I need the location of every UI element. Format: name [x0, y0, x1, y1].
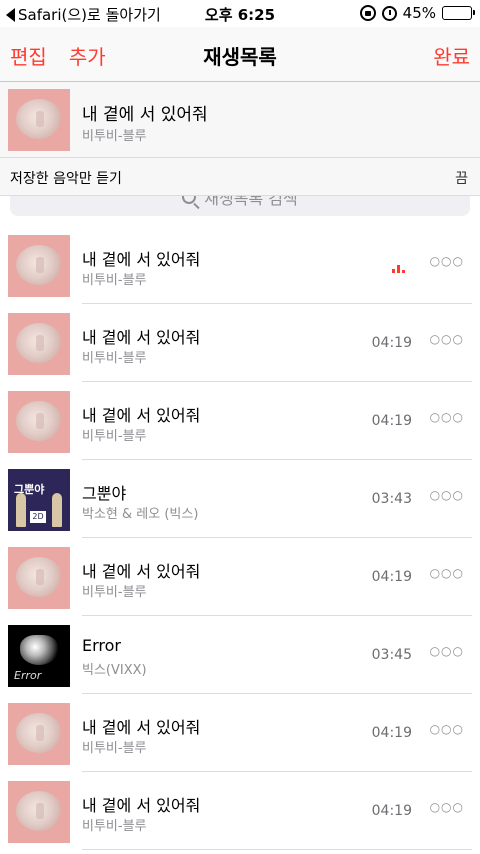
- track-row[interactable]: 내 곁에 서 있어줘비투비-블루 ○○○: [0, 226, 480, 304]
- battery-percent: 45%: [402, 4, 436, 22]
- search-area: 재생목록 검색: [0, 196, 480, 226]
- track-row[interactable]: 내 곁에 서 있어줘비투비-블루 04:19 ○○○: [0, 538, 480, 616]
- status-indicators: 45%: [359, 4, 475, 22]
- track-title: 그뿐야: [82, 484, 127, 503]
- track-artist: 박소현 & 레오 (빅스): [82, 507, 199, 522]
- more-options-icon[interactable]: ○○○: [430, 410, 464, 424]
- track-title: 내 곁에 서 있어줘: [82, 718, 201, 737]
- track-artist: 비투비-블루: [82, 273, 147, 288]
- search-placeholder: 재생목록 검색: [204, 196, 298, 208]
- track-row[interactable]: 내 곁에 서 있어줘비투비-블루 04:19 ○○○: [0, 772, 480, 850]
- more-options-icon[interactable]: ○○○: [430, 488, 464, 502]
- album-art: Error: [8, 625, 70, 687]
- track-duration: 04:19: [371, 335, 412, 351]
- track-title: 내 곁에 서 있어줘: [82, 328, 201, 347]
- track-title: 내 곁에 서 있어줘: [82, 796, 201, 815]
- track-artist: 비투비-블루: [82, 429, 147, 444]
- album-art: [8, 547, 70, 609]
- more-options-icon[interactable]: ○○○: [430, 644, 464, 658]
- track-row[interactable]: 내 곁에 서 있어줘비투비-블루 04:19 ○○○: [0, 382, 480, 460]
- track-row[interactable]: 그뿐야 2D 그뿐야박소현 & 레오 (빅스) 03:43 ○○○: [0, 460, 480, 538]
- heart-image: [20, 635, 58, 665]
- page-title: 재생목록: [203, 45, 277, 69]
- rotation-lock-icon: [359, 5, 376, 21]
- status-bar: Safari(으)로 돌아가기 오후 6:25 45%: [0, 0, 480, 27]
- now-playing-artist: 비투비-블루: [82, 129, 147, 144]
- equalizer-bar: [402, 270, 405, 273]
- now-playing-title: 내 곁에 서 있어줘: [82, 105, 208, 125]
- album-art: [8, 703, 70, 765]
- search-input[interactable]: 재생목록 검색: [10, 196, 470, 216]
- now-playing-row[interactable]: 내 곁에 서 있어줘 비투비-블루: [0, 82, 480, 158]
- album-art: [8, 391, 70, 453]
- album-art: [8, 781, 70, 843]
- album-art: 그뿐야 2D: [8, 469, 70, 531]
- track-duration: 04:19: [371, 413, 412, 429]
- track-title: 내 곁에 서 있어줘: [82, 250, 201, 269]
- track-duration: 03:45: [371, 647, 412, 663]
- nav-bar: 편집 추가 재생목록 완료: [0, 27, 480, 82]
- track-title: Error: [82, 636, 121, 655]
- more-options-icon[interactable]: ○○○: [430, 722, 464, 736]
- track-row[interactable]: Error Error 빅스(VIXX) 03:45 ○○○: [0, 616, 480, 694]
- album-art-figure: [52, 493, 62, 527]
- saved-only-state[interactable]: 끔: [455, 168, 468, 188]
- album-art: [8, 235, 70, 297]
- done-button[interactable]: 완료: [433, 45, 470, 69]
- battery-icon: [442, 6, 475, 20]
- track-duration: 04:19: [371, 725, 412, 741]
- track-artist: 비투비-블루: [82, 585, 147, 600]
- album-art-badge: 2D: [30, 511, 46, 523]
- track-duration: 04:19: [371, 803, 412, 819]
- track-artist: 비투비-블루: [82, 819, 147, 834]
- now-playing-album-art: [8, 89, 70, 151]
- more-options-icon[interactable]: ○○○: [430, 566, 464, 580]
- equalizer-bar: [397, 265, 400, 273]
- track-title: 내 곁에 서 있어줘: [82, 406, 201, 425]
- track-duration: 03:43: [371, 491, 412, 507]
- now-playing-equalizer-icon: [392, 263, 405, 273]
- equalizer-bar: [392, 269, 395, 273]
- track-row[interactable]: 내 곁에 서 있어줘비투비-블루 04:19 ○○○: [0, 304, 480, 382]
- track-list: 내 곁에 서 있어줘 비투비-블루 ○○○ 내 곁에 서 있어줘 비투비-블루 04:19…: [0, 226, 480, 850]
- album-art: [8, 313, 70, 375]
- track-artist: 비투비-블루: [82, 741, 147, 756]
- saved-only-label: 저장한 음악만 듣기: [10, 171, 122, 187]
- album-art-figure: [16, 493, 26, 527]
- track-artist: 비투비-블루: [82, 351, 147, 366]
- more-options-icon[interactable]: ○○○: [430, 332, 464, 346]
- more-options-icon[interactable]: ○○○: [430, 254, 464, 268]
- album-art-text: Error: [14, 669, 42, 682]
- track-row[interactable]: 내 곁에 서 있어줘비투비-블루 04:19 ○○○: [0, 694, 480, 772]
- more-options-icon[interactable]: ○○○: [430, 800, 464, 814]
- alarm-icon: [381, 5, 397, 21]
- track-artist: 빅스(VIXX): [82, 663, 147, 678]
- saved-only-row[interactable]: 저장한 음악만 듣기 끔: [0, 158, 480, 196]
- track-duration: 04:19: [371, 569, 412, 585]
- track-title: 내 곁에 서 있어줘: [82, 562, 201, 581]
- search-icon: [182, 196, 197, 204]
